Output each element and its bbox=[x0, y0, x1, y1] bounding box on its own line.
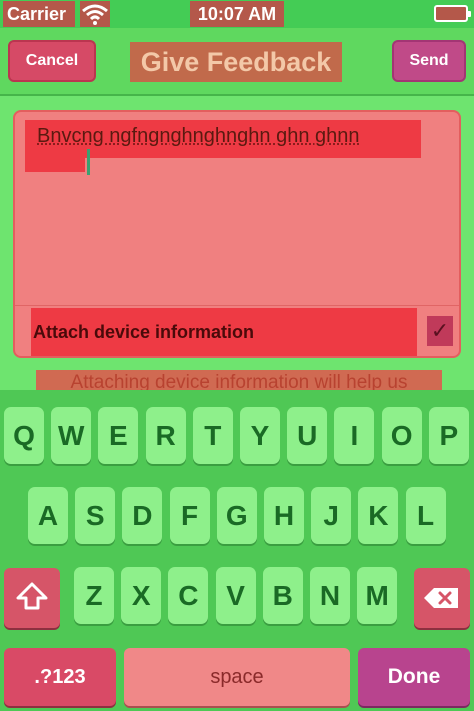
key-l[interactable]: L bbox=[405, 487, 446, 544]
key-t[interactable]: T bbox=[192, 407, 233, 464]
status-bar: Carrier 10:07 AM bbox=[0, 0, 474, 28]
carrier-label: Carrier bbox=[3, 1, 75, 27]
clock: 10:07 AM bbox=[190, 1, 284, 27]
battery-icon bbox=[434, 5, 471, 22]
cancel-button[interactable]: Cancel bbox=[8, 40, 96, 82]
key-d[interactable]: D bbox=[122, 487, 163, 544]
page-title: Give Feedback bbox=[130, 42, 342, 82]
text-cursor bbox=[87, 149, 90, 175]
wifi-icon bbox=[80, 1, 110, 27]
text-highlight-line2 bbox=[25, 158, 85, 172]
send-button[interactable]: Send bbox=[392, 40, 466, 82]
shift-key[interactable] bbox=[4, 568, 60, 628]
key-a[interactable]: A bbox=[28, 487, 68, 544]
feedback-textarea[interactable]: Bnvcng ngfngnghnghnghn ghn ghnn bbox=[37, 122, 437, 150]
keyboard: QWERTYUIOP ASDFGHJKL ZXCVBNM .?123 space… bbox=[0, 390, 474, 711]
key-o[interactable]: O bbox=[381, 407, 422, 464]
divider bbox=[15, 305, 459, 306]
feedback-card: Bnvcng ngfngnghnghnghn ghn ghnn Attach d… bbox=[13, 110, 461, 358]
key-n[interactable]: N bbox=[310, 567, 350, 624]
key-i[interactable]: I bbox=[334, 407, 375, 464]
key-b[interactable]: B bbox=[262, 567, 303, 624]
key-z[interactable]: Z bbox=[74, 567, 114, 624]
key-j[interactable]: J bbox=[311, 487, 352, 544]
key-q[interactable]: Q bbox=[4, 407, 44, 464]
key-s[interactable]: S bbox=[75, 487, 116, 544]
key-y[interactable]: Y bbox=[240, 407, 280, 464]
shift-icon bbox=[16, 582, 48, 610]
numbers-key[interactable]: .?123 bbox=[4, 648, 116, 706]
key-c[interactable]: C bbox=[168, 567, 209, 624]
space-key[interactable]: space bbox=[124, 648, 350, 706]
key-x[interactable]: X bbox=[121, 567, 162, 624]
key-g[interactable]: G bbox=[216, 487, 257, 544]
key-f[interactable]: F bbox=[169, 487, 210, 544]
key-v[interactable]: V bbox=[215, 567, 256, 624]
key-m[interactable]: M bbox=[357, 567, 398, 624]
key-p[interactable]: P bbox=[428, 407, 469, 464]
delete-key[interactable] bbox=[414, 568, 470, 628]
done-key[interactable]: Done bbox=[358, 648, 470, 706]
navigation-bar: Cancel Give Feedback Send bbox=[0, 28, 474, 96]
key-u[interactable]: U bbox=[287, 407, 328, 464]
backspace-icon bbox=[424, 588, 458, 608]
key-k[interactable]: K bbox=[358, 487, 399, 544]
checkmark-icon[interactable]: ✓ bbox=[427, 316, 453, 346]
key-e[interactable]: E bbox=[98, 407, 139, 464]
key-h[interactable]: H bbox=[264, 487, 304, 544]
key-w[interactable]: W bbox=[51, 407, 92, 464]
attach-device-info-label: Attach device information bbox=[33, 322, 255, 342]
key-r[interactable]: R bbox=[145, 407, 186, 464]
